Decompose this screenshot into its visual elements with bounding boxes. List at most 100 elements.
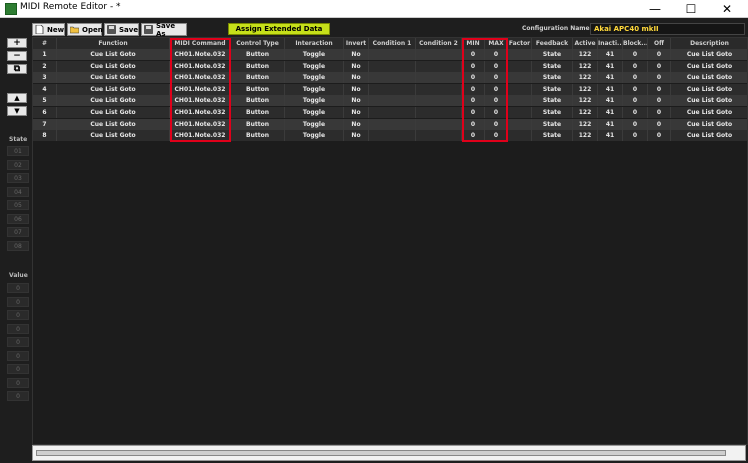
cell-min[interactable]: 0	[462, 95, 485, 107]
cell-midi-command[interactable]: CH01.Note.032	[170, 107, 231, 118]
cell-min[interactable]: 0	[462, 107, 485, 118]
column-header-index[interactable]: #	[33, 38, 57, 49]
cell-function[interactable]: Cue List Goto	[57, 72, 170, 84]
open-button[interactable]: Open	[67, 23, 103, 36]
cell-description[interactable]: Cue List Goto	[671, 72, 747, 83]
column-header-interaction[interactable]: Interaction	[285, 38, 344, 49]
cell-inactive[interactable]: 41	[598, 95, 623, 107]
horizontal-scrollbar[interactable]	[36, 450, 726, 456]
cell-condition-1[interactable]	[369, 49, 416, 60]
cell-blocked[interactable]: 0	[623, 130, 648, 142]
cell-interaction[interactable]: Toggle	[285, 118, 344, 130]
value-slot[interactable]: 0	[7, 310, 29, 320]
table-row[interactable]: 2 Cue List Goto CH01.Note.032 Button Toggle N…	[33, 60, 747, 72]
cell-description[interactable]: Cue List Goto	[671, 130, 747, 141]
cell-interaction[interactable]: Toggle	[285, 95, 344, 107]
assign-extended-data-button[interactable]: Assign Extended Data	[228, 23, 330, 35]
cell-midi-command[interactable]: CH01.Note.032	[170, 72, 231, 84]
column-header-max[interactable]: MAX	[485, 38, 508, 49]
cell-condition-1[interactable]	[369, 107, 416, 118]
column-header-active[interactable]: Active	[573, 38, 598, 49]
cell-min[interactable]: 0	[462, 130, 485, 142]
cell-factor[interactable]	[508, 130, 532, 142]
state-slot[interactable]: 07	[7, 227, 29, 237]
table-row[interactable]: 7 Cue List Goto CH01.Note.032 Button Toggle N…	[33, 118, 747, 130]
cell-function[interactable]: Cue List Goto	[57, 118, 170, 130]
cell-midi-command[interactable]: CH01.Note.032	[170, 60, 231, 72]
cell-inactive[interactable]: 41	[598, 49, 623, 60]
cell-control-type[interactable]: Button	[231, 95, 285, 107]
cell-min[interactable]: 0	[462, 72, 485, 84]
cell-off[interactable]: 0	[648, 72, 671, 84]
cell-invert[interactable]: No	[344, 130, 369, 142]
cell-off[interactable]: 0	[648, 95, 671, 107]
cell-index[interactable]: 6	[33, 107, 57, 118]
cell-index[interactable]: 5	[33, 95, 57, 107]
cell-active[interactable]: 122	[573, 49, 598, 60]
cell-off[interactable]: 0	[648, 130, 671, 142]
cell-feedback[interactable]: State	[532, 118, 573, 130]
cell-max[interactable]: 0	[485, 95, 508, 107]
cell-index[interactable]: 3	[33, 72, 57, 84]
state-slot[interactable]: 04	[7, 186, 29, 197]
cell-description[interactable]: Cue List Goto	[671, 61, 747, 72]
cell-description[interactable]: Cue List Goto	[671, 119, 747, 130]
cell-blocked[interactable]: 0	[623, 118, 648, 130]
state-slot[interactable]: 05	[7, 200, 29, 210]
cell-factor[interactable]	[508, 95, 532, 107]
value-slot[interactable]: 0	[7, 296, 29, 307]
cell-description[interactable]: Cue List Goto	[671, 84, 747, 95]
cell-off[interactable]: 0	[648, 49, 671, 60]
cell-interaction[interactable]: Toggle	[285, 107, 344, 118]
cell-function[interactable]: Cue List Goto	[57, 60, 170, 72]
value-slot[interactable]: 0	[7, 283, 29, 293]
cell-interaction[interactable]: Toggle	[285, 83, 344, 95]
cell-active[interactable]: 122	[573, 60, 598, 72]
table-row[interactable]: 3 Cue List Goto CH01.Note.032 Button Toggle N…	[33, 72, 747, 84]
cell-min[interactable]: 0	[462, 83, 485, 95]
cell-condition-2[interactable]	[416, 72, 462, 84]
cell-interaction[interactable]: Toggle	[285, 130, 344, 142]
cell-factor[interactable]	[508, 60, 532, 72]
column-header-control-type[interactable]: Control Type	[231, 38, 285, 49]
cell-invert[interactable]: No	[344, 95, 369, 107]
column-header-blocked[interactable]: Block...	[623, 38, 648, 49]
table-row[interactable]: 6 Cue List Goto CH01.Note.032 Button Toggle N…	[33, 107, 747, 118]
cell-interaction[interactable]: Toggle	[285, 72, 344, 84]
save-as-button[interactable]: Save As	[141, 22, 187, 38]
state-slot[interactable]: 02	[7, 159, 29, 170]
cell-condition-2[interactable]	[416, 83, 462, 95]
configuration-name-field[interactable]: Akai APC40 mkII	[590, 23, 745, 35]
cell-factor[interactable]	[508, 107, 532, 118]
column-header-inactive[interactable]: Inacti...	[598, 38, 623, 49]
table-row[interactable]: 4 Cue List Goto CH01.Note.032 Button Toggle N…	[33, 83, 747, 95]
cell-condition-2[interactable]	[416, 130, 462, 142]
cell-condition-2[interactable]	[416, 60, 462, 72]
cell-feedback[interactable]: State	[532, 72, 573, 84]
cell-feedback[interactable]: State	[532, 95, 573, 107]
table-row[interactable]: 1 Cue List Goto CH01.Note.032 Button Toggle N…	[33, 49, 747, 60]
cell-max[interactable]: 0	[485, 49, 508, 60]
column-header-off[interactable]: Off	[648, 38, 671, 49]
cell-control-type[interactable]: Button	[231, 83, 285, 95]
cell-max[interactable]: 0	[485, 83, 508, 95]
move-down-button[interactable]: ▼	[7, 106, 27, 116]
cell-blocked[interactable]: 0	[623, 72, 648, 84]
move-up-button[interactable]: ▲	[7, 93, 27, 103]
cell-blocked[interactable]: 0	[623, 83, 648, 95]
cell-feedback[interactable]: State	[532, 60, 573, 72]
maximize-button[interactable]: ☐	[674, 0, 708, 18]
cell-condition-1[interactable]	[369, 60, 416, 72]
cell-description[interactable]: Cue List Goto	[671, 107, 747, 118]
cell-feedback[interactable]: State	[532, 107, 573, 118]
minimize-button[interactable]: —	[638, 0, 672, 18]
cell-condition-1[interactable]	[369, 72, 416, 84]
cell-inactive[interactable]: 41	[598, 72, 623, 84]
cell-min[interactable]: 0	[462, 49, 485, 60]
column-header-min[interactable]: MIN	[462, 38, 485, 49]
cell-max[interactable]: 0	[485, 107, 508, 118]
cell-index[interactable]: 8	[33, 130, 57, 142]
cell-max[interactable]: 0	[485, 118, 508, 130]
cell-index[interactable]: 2	[33, 60, 57, 72]
column-header-function[interactable]: Function	[57, 38, 170, 49]
